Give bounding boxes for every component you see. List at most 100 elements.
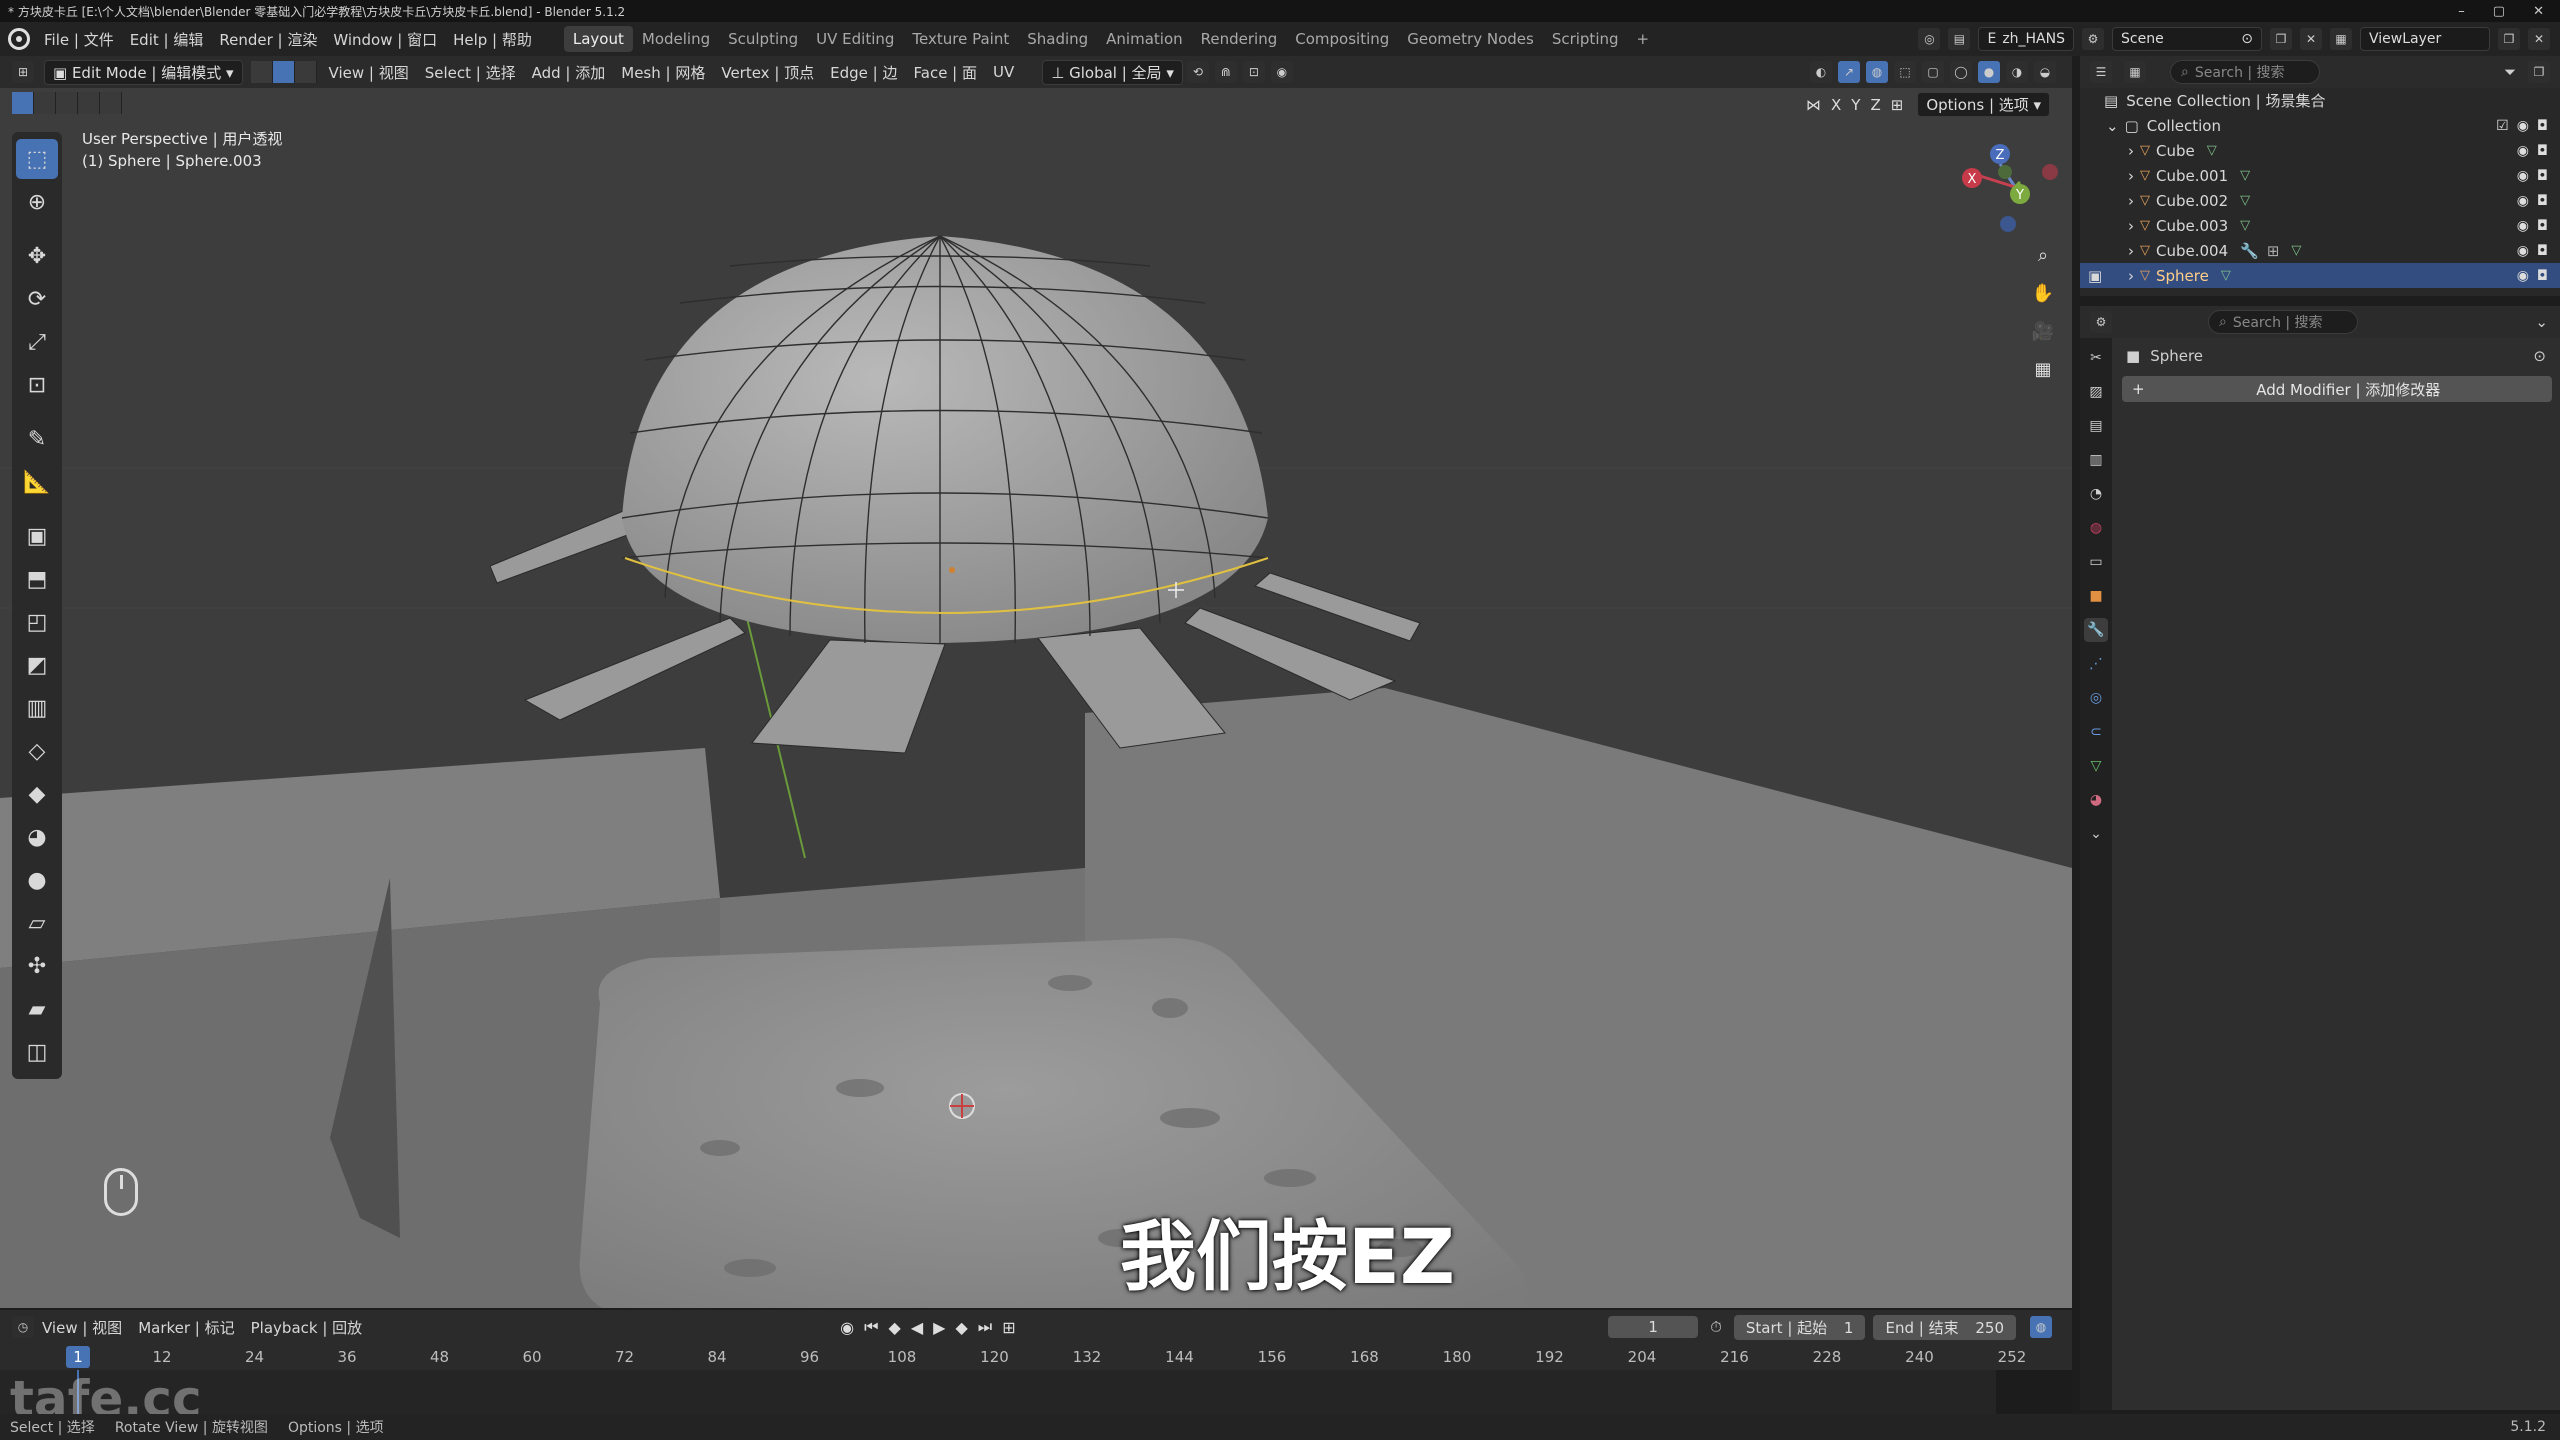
workspace-tab-texture-paint[interactable]: Texture Paint bbox=[903, 26, 1018, 52]
file-icon[interactable]: ▤ bbox=[1948, 28, 1971, 50]
3d-viewport[interactable]: ⋈ X Y Z ⊞ Options | 选项 ▾ User Perspectiv… bbox=[0, 88, 2072, 1308]
pivot-point-icon[interactable]: ⟲ bbox=[1186, 61, 1209, 83]
record-icon[interactable]: ◉ bbox=[840, 1318, 854, 1337]
new-collection-icon[interactable]: ❐ bbox=[2528, 61, 2550, 83]
view-layer-tab-icon[interactable]: ▥ bbox=[2084, 448, 2108, 472]
mesh-overlay-icon[interactable]: ⬚ bbox=[1894, 61, 1916, 83]
rotate-tool[interactable]: ⟳ bbox=[16, 279, 58, 319]
collection-row[interactable]: ⌄ ▢ Collection ☑ ◉ ◘ bbox=[2080, 113, 2560, 138]
bevel-tool[interactable]: ◩ bbox=[16, 645, 58, 685]
outliner-row-cube[interactable]: › ▽ Cube ▽ ◉ ◘ bbox=[2080, 138, 2560, 163]
modifier-tab-icon[interactable]: 🔧 bbox=[2084, 618, 2108, 642]
scene-tab-icon[interactable]: ◔ bbox=[2084, 482, 2108, 506]
camera-view-icon[interactable]: 🎥 bbox=[2028, 316, 2058, 346]
smooth-tool[interactable]: ● bbox=[16, 860, 58, 900]
pin-icon[interactable]: ⊙ bbox=[2241, 31, 2253, 47]
add-modifier-button[interactable]: + Add Modifier | 添加修改器 bbox=[2122, 376, 2552, 402]
edge-slide-tool[interactable]: ▱ bbox=[16, 903, 58, 943]
camera-icon[interactable]: ◘ bbox=[2537, 268, 2548, 284]
pin-icon[interactable]: ⊙ bbox=[2533, 347, 2546, 365]
mode-selector[interactable]: ▣ Edit Mode | 编辑模式 ▾ bbox=[44, 59, 243, 85]
measure-tool[interactable]: 📐 bbox=[16, 462, 58, 502]
gizmo-neg-y-axis[interactable] bbox=[1998, 165, 2012, 179]
object-tab-icon[interactable]: ■ bbox=[2084, 584, 2108, 608]
snap-target-icon[interactable]: ⊡ bbox=[1242, 61, 1265, 83]
camera-icon[interactable]: ◘ bbox=[2537, 243, 2548, 259]
ortho-grid-icon[interactable]: ▦ bbox=[2028, 354, 2058, 384]
menu-uv[interactable]: UV bbox=[985, 61, 1022, 83]
outliner-editor-type-icon[interactable]: ☰ bbox=[2090, 61, 2112, 83]
mirror-icon[interactable]: ⋈ bbox=[1806, 96, 1821, 114]
camera-icon[interactable]: ◘ bbox=[2537, 143, 2548, 159]
chevron-down-icon[interactable]: ⌄ bbox=[2106, 117, 2119, 135]
mirror-y-toggle[interactable]: Y bbox=[1851, 96, 1860, 114]
maximize-button[interactable]: ▢ bbox=[2493, 4, 2505, 19]
timeline-current-frame-indicator[interactable]: 1 bbox=[66, 1346, 90, 1368]
vertex-select-button[interactable] bbox=[250, 61, 273, 83]
scale-tool[interactable]: ⤢ bbox=[16, 322, 58, 362]
menu-window[interactable]: Window | 窗口 bbox=[325, 29, 445, 50]
extrude-tool[interactable]: ⬒ bbox=[16, 559, 58, 599]
properties-search-input[interactable]: ⌕ Search | 搜索 bbox=[2208, 310, 2358, 334]
eye-icon[interactable]: ◉ bbox=[2517, 118, 2529, 134]
menu-render[interactable]: Render | 渲染 bbox=[211, 29, 325, 50]
select-invert-button[interactable] bbox=[78, 92, 100, 114]
timeline[interactable]: 1 12 24 36 48 60 72 84 96 108 120 132 144 156 168 180 19… bbox=[0, 1344, 2072, 1414]
outliner-search-input[interactable]: ⌕ Search | 搜索 bbox=[2170, 60, 2320, 84]
eye-icon[interactable]: ◉ bbox=[2517, 243, 2529, 259]
collection-tab-icon[interactable]: ▭ bbox=[2084, 550, 2108, 574]
delete-view-layer-icon[interactable]: ✕ bbox=[2528, 28, 2550, 50]
options-dropdown[interactable]: Options | 选项 ▾ bbox=[1917, 92, 2051, 117]
editor-type-icon[interactable]: ⊞ bbox=[12, 61, 34, 83]
snap-icon[interactable]: ⋒ bbox=[1214, 61, 1237, 83]
gizmo-neg-x-axis[interactable] bbox=[2042, 164, 2058, 180]
new-view-layer-icon[interactable]: ❐ bbox=[2498, 28, 2520, 50]
next-keyframe-icon[interactable]: ◆ bbox=[955, 1318, 967, 1337]
scene-selector[interactable]: Scene ⊙ bbox=[2112, 27, 2262, 51]
menu-help[interactable]: Help | 帮助 bbox=[445, 29, 540, 50]
mirror-x-toggle[interactable]: X bbox=[1831, 96, 1841, 114]
minimize-button[interactable]: – bbox=[2458, 4, 2465, 19]
workspace-tab-modeling[interactable]: Modeling bbox=[633, 26, 719, 52]
chevron-right-icon[interactable]: › bbox=[2128, 192, 2134, 210]
xray-toggle-icon[interactable]: ▢ bbox=[1922, 61, 1944, 83]
menu-face[interactable]: Face | 面 bbox=[906, 60, 986, 85]
annotate-tool[interactable]: ✎ bbox=[16, 419, 58, 459]
view-layer-icon[interactable]: ▦ bbox=[2330, 28, 2352, 50]
outliner-row-cube-004[interactable]: › ▽ Cube.004 🔧 ⊞ ▽ ◉ ◘ bbox=[2080, 238, 2560, 263]
jump-start-icon[interactable]: ⏮ bbox=[864, 1317, 878, 1337]
inset-tool[interactable]: ◰ bbox=[16, 602, 58, 642]
eye-icon[interactable]: ◉ bbox=[2517, 193, 2529, 209]
timeline-menu-marker[interactable]: Marker | 标记 bbox=[130, 1315, 242, 1340]
shear-tool[interactable]: ▰ bbox=[16, 989, 58, 1029]
start-frame-field[interactable]: Start | 起始 1 bbox=[1733, 1314, 1866, 1340]
camera-icon[interactable]: ◘ bbox=[2537, 193, 2548, 209]
timeline-menu-view[interactable]: View | 视图 bbox=[34, 1315, 130, 1340]
overlay-toggle-icon[interactable]: ◍ bbox=[1866, 61, 1888, 83]
chevron-down-icon[interactable]: ⌄ bbox=[2535, 313, 2548, 331]
gizmo-toggle-icon[interactable]: ↗ bbox=[1838, 61, 1860, 83]
cursor-tool[interactable]: ⊕ bbox=[16, 182, 58, 222]
play-reverse-icon[interactable]: ◀ bbox=[911, 1318, 923, 1337]
prev-keyframe-icon[interactable]: ◆ bbox=[889, 1318, 901, 1337]
proportional-editing-icon[interactable]: ◉ bbox=[1270, 61, 1293, 83]
tool-tab-icon[interactable]: ✂ bbox=[2084, 346, 2108, 370]
constraints-tab-icon[interactable]: ⊂ bbox=[2084, 720, 2108, 744]
display-mode-icon[interactable]: ▦ bbox=[2124, 61, 2146, 83]
timeline-ruler[interactable]: 1 12 24 36 48 60 72 84 96 108 120 132 144 156 168 180 19… bbox=[0, 1344, 2072, 1370]
chevron-right-icon[interactable]: › bbox=[2128, 267, 2134, 285]
properties-editor-type-icon[interactable]: ⚙ bbox=[2090, 311, 2112, 333]
workspace-tab-uv-editing[interactable]: UV Editing bbox=[807, 26, 903, 52]
eye-icon[interactable]: ◉ bbox=[2517, 168, 2529, 184]
select-intersect-button[interactable] bbox=[100, 92, 122, 114]
more-tabs-icon[interactable]: ⌄ bbox=[2084, 822, 2108, 846]
pan-hand-icon[interactable]: ✋ bbox=[2028, 278, 2058, 308]
eye-icon[interactable]: ◉ bbox=[2517, 218, 2529, 234]
poly-build-tool[interactable]: ◆ bbox=[16, 774, 58, 814]
particles-tab-icon[interactable]: ⋰ bbox=[2084, 652, 2108, 676]
material-tab-icon[interactable]: ◕ bbox=[2084, 788, 2108, 812]
rip-tool[interactable]: ◫ bbox=[16, 1032, 58, 1072]
eye-icon[interactable]: ◉ bbox=[2517, 143, 2529, 159]
select-subtract-button[interactable] bbox=[56, 92, 78, 114]
timeline-editor-type-icon[interactable]: ◷ bbox=[12, 1316, 34, 1338]
